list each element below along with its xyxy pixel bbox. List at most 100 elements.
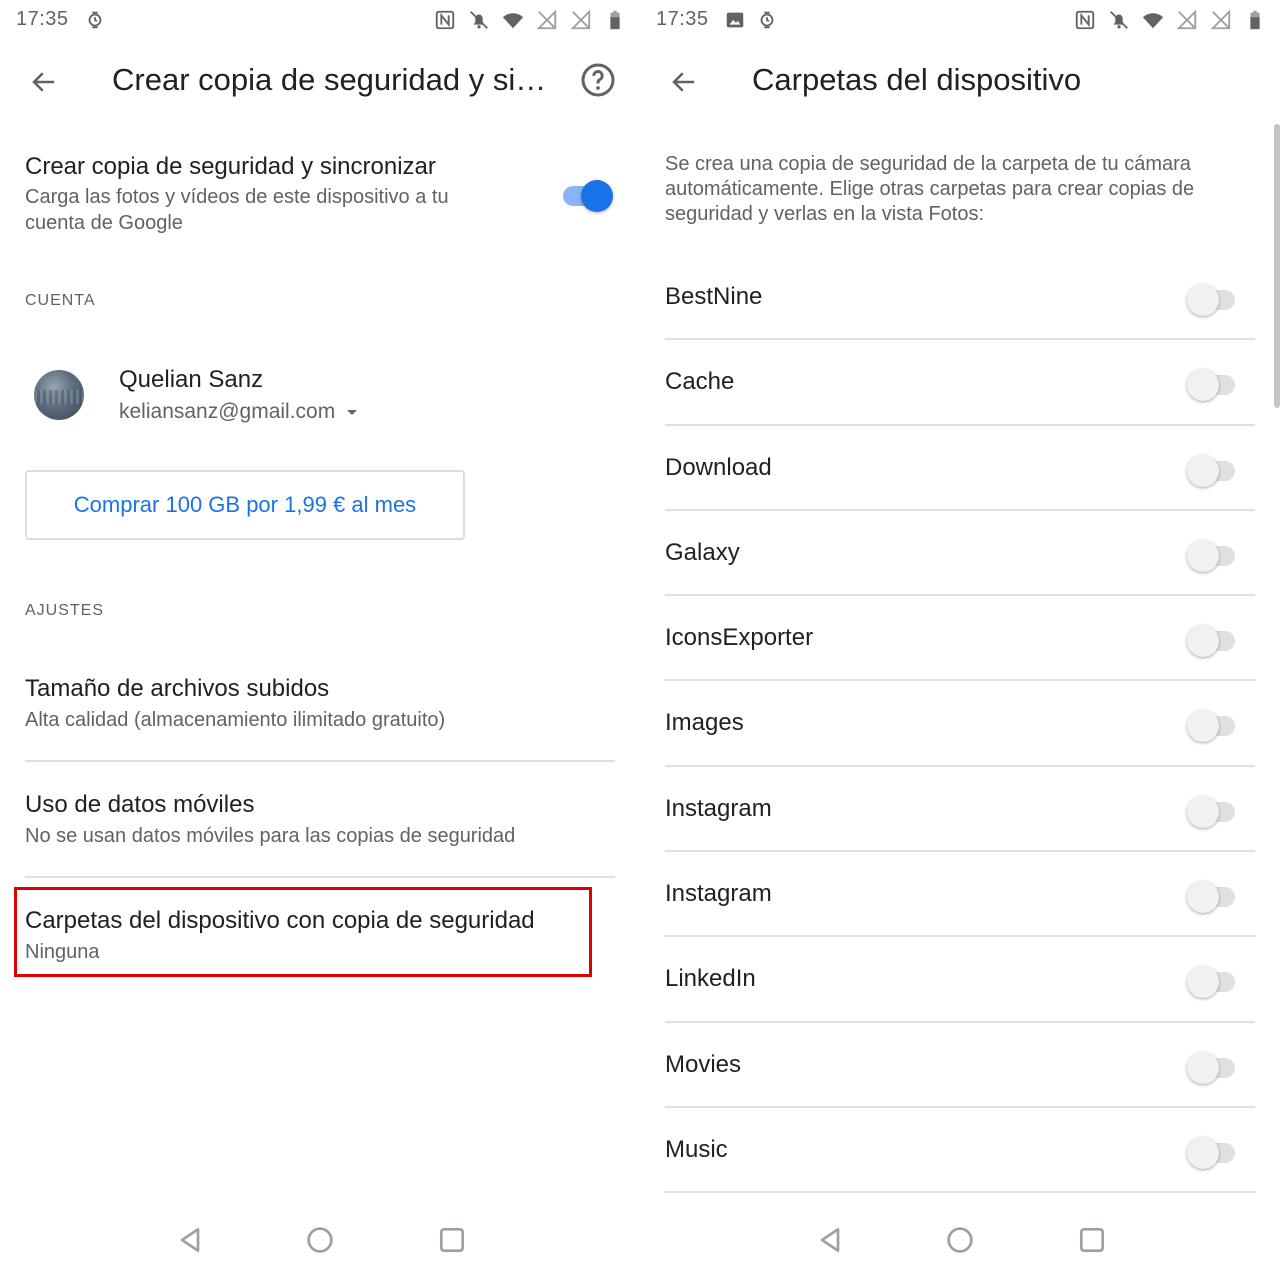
nav-recents-button[interactable] xyxy=(436,1224,468,1256)
folder-name: Movies xyxy=(665,1050,742,1078)
backup-sync-description: Carga las fotos y vídeos de este disposi… xyxy=(25,186,449,234)
signal-off-icon xyxy=(570,9,592,31)
folder-name: LinkedIn xyxy=(665,965,756,993)
wifi-icon xyxy=(1142,9,1164,31)
setting-title: Carpetas del dispositivo con copia de se… xyxy=(25,907,535,934)
folder-item[interactable]: Galaxy xyxy=(665,511,1255,597)
toggle-thumb xyxy=(1187,625,1219,658)
arrow-back-icon xyxy=(32,72,54,92)
backup-sync-title: Crear copia de seguridad y sincronizar xyxy=(25,153,436,180)
signal-off-icon xyxy=(536,9,558,31)
folder-item[interactable]: Instagram xyxy=(665,767,1255,853)
folder-item[interactable]: Images xyxy=(665,681,1255,767)
folder-backup-toggle[interactable] xyxy=(1187,1136,1239,1169)
folder-name: Galaxy xyxy=(665,538,740,566)
folder-backup-toggle[interactable] xyxy=(1187,454,1239,487)
status-time: 17:35 xyxy=(656,8,709,30)
wifi-icon xyxy=(502,9,524,31)
folder-backup-toggle[interactable] xyxy=(1187,709,1239,743)
folder-name: Download xyxy=(665,453,772,481)
toggle-thumb xyxy=(1187,1136,1219,1169)
help-icon xyxy=(581,63,615,97)
page-title: Carpetas del dispositivo xyxy=(752,62,1082,97)
folder-name: Instagram xyxy=(665,880,772,908)
nfc-icon xyxy=(434,9,456,31)
folder-item[interactable]: BestNine xyxy=(665,255,1255,341)
navigation-bar xyxy=(0,1200,640,1280)
help-button[interactable] xyxy=(580,62,620,102)
toggle-thumb xyxy=(581,180,613,212)
buy-storage-button[interactable]: Comprar 100 GB por 1,99 € al mes xyxy=(25,470,465,540)
folder-backup-toggle[interactable] xyxy=(1187,283,1239,316)
folder-item[interactable]: Music xyxy=(665,1108,1255,1194)
folder-item[interactable]: LinkedIn xyxy=(665,937,1255,1023)
folder-name: IconsExporter xyxy=(665,624,814,652)
setting-upload-size[interactable]: Tamaño de archivos subidos Alta calidad … xyxy=(25,673,615,735)
folder-backup-toggle[interactable] xyxy=(1187,368,1239,402)
nav-recents-button[interactable] xyxy=(1076,1224,1108,1256)
backup-sync-setting[interactable]: Crear copia de seguridad y sincronizar C… xyxy=(25,150,615,250)
app-bar: Crear copia de seguridad y sincronizar xyxy=(0,52,640,112)
navigation-bar xyxy=(640,1200,1280,1280)
scrollbar[interactable] xyxy=(1274,124,1280,408)
back-button[interactable] xyxy=(24,62,64,102)
account-row: Quelian Sanz keliansanz@gmail.com xyxy=(25,360,615,440)
backup-settings-screen: 17:35 Crear copia de seguridad y sincron… xyxy=(0,0,640,1280)
setting-title: Tamaño de archivos subidos xyxy=(25,675,330,702)
toggle-thumb xyxy=(1187,369,1219,402)
toggle-thumb xyxy=(1187,710,1219,743)
nav-back-button[interactable] xyxy=(174,1224,206,1256)
notifications-off-icon xyxy=(468,9,490,31)
signal-off-icon xyxy=(1176,9,1198,31)
folder-item[interactable]: Instagram xyxy=(665,852,1255,938)
divider xyxy=(25,760,615,762)
nav-back-button[interactable] xyxy=(814,1224,846,1256)
image-icon xyxy=(724,9,746,31)
folder-backup-toggle[interactable] xyxy=(1187,624,1239,658)
app-bar: Carpetas del dispositivo xyxy=(640,52,1280,112)
folder-backup-toggle[interactable] xyxy=(1187,539,1239,572)
folder-name: Music xyxy=(665,1135,728,1163)
section-label-account: CUENTA xyxy=(25,292,96,309)
setting-device-folders[interactable]: Carpetas del dispositivo con copia de se… xyxy=(25,905,615,967)
watch-icon xyxy=(756,9,778,31)
backup-sync-toggle[interactable] xyxy=(563,178,613,212)
page-title: Crear copia de seguridad y sincronizar xyxy=(112,62,552,97)
folder-item[interactable]: IconsExporter xyxy=(665,596,1255,682)
circle-home-icon xyxy=(947,1227,973,1253)
back-button[interactable] xyxy=(664,62,704,102)
toggle-thumb xyxy=(1187,1051,1219,1084)
status-bar: 17:35 xyxy=(640,0,1280,40)
setting-title: Uso de datos móviles xyxy=(25,791,255,818)
status-time: 17:35 xyxy=(16,8,69,30)
folder-backup-toggle[interactable] xyxy=(1187,880,1239,914)
folder-backup-toggle[interactable] xyxy=(1187,795,1239,828)
account-switcher[interactable]: keliansanz@gmail.com xyxy=(119,400,358,424)
notifications-off-icon xyxy=(1108,9,1130,31)
folder-backup-toggle[interactable] xyxy=(1187,965,1239,999)
folder-backup-toggle[interactable] xyxy=(1187,1051,1239,1084)
setting-subtitle: Ninguna xyxy=(25,941,100,963)
folder-name: Images xyxy=(665,709,744,737)
battery-icon xyxy=(1244,9,1266,31)
toggle-thumb xyxy=(1187,966,1219,999)
nav-home-button[interactable] xyxy=(944,1224,976,1256)
toggle-thumb xyxy=(1187,881,1219,914)
toggle-thumb xyxy=(1187,454,1219,487)
folder-item[interactable]: Download xyxy=(665,426,1255,511)
divider xyxy=(25,876,615,878)
folders-description: Se crea una copia de seguridad de la car… xyxy=(665,153,1195,225)
account-email: keliansanz@gmail.com xyxy=(119,400,336,423)
section-label-settings: AJUSTES xyxy=(25,602,105,619)
nav-home-button[interactable] xyxy=(304,1224,336,1256)
toggle-thumb xyxy=(1187,539,1219,572)
folder-item[interactable]: Movies xyxy=(665,1023,1255,1108)
folder-item[interactable]: Cache xyxy=(665,340,1255,426)
setting-mobile-data[interactable]: Uso de datos móviles No se usan datos mó… xyxy=(25,789,615,851)
arrow-back-icon xyxy=(672,72,694,92)
folder-name: Cache xyxy=(665,368,735,396)
dropdown-arrow-icon xyxy=(347,409,358,415)
square-recents-icon xyxy=(1080,1228,1104,1252)
battery-icon xyxy=(604,9,626,31)
folder-name: BestNine xyxy=(665,283,763,310)
